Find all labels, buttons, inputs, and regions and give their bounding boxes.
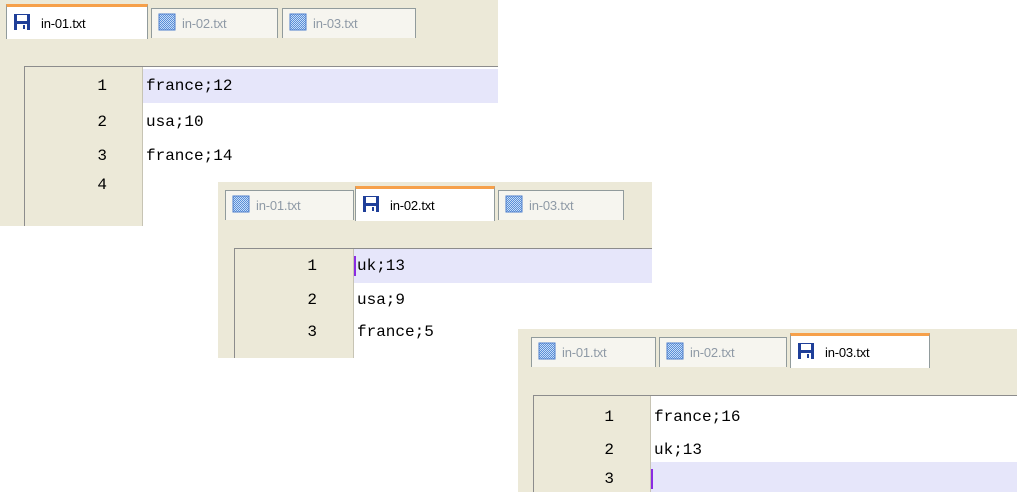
floppy-disk-icon	[13, 13, 31, 34]
tab-label: in-02.txt	[690, 345, 735, 360]
code-line[interactable]: france;16	[651, 400, 1017, 434]
line-number: 2	[307, 291, 317, 309]
tab-bar: in-01.txt in-02.txt in-03.txt	[518, 329, 1017, 369]
code-line[interactable]	[651, 462, 1017, 492]
tab-bar: in-01.txt in-02.txt in-03.txt	[218, 182, 652, 222]
tab-label: in-02.txt	[182, 16, 227, 31]
code-line-text: france;5	[357, 323, 434, 341]
line-number: 1	[307, 257, 317, 275]
tab-label: in-01.txt	[41, 15, 86, 31]
text-caret	[651, 468, 653, 489]
code-line[interactable]: france;12	[143, 69, 498, 103]
line-number: 1	[604, 408, 614, 426]
text-caret	[354, 255, 356, 276]
tab-label: in-03.txt	[825, 344, 870, 360]
tab-in-03[interactable]: in-03.txt	[282, 8, 416, 38]
floppy-disk-icon	[362, 195, 380, 216]
code-line-text: france;12	[146, 77, 233, 95]
tab-in-03[interactable]: in-03.txt	[498, 190, 624, 220]
line-number: 1	[97, 77, 107, 95]
code-line[interactable]: uk;13	[354, 249, 652, 283]
tab-bar: in-01.txt in-02.txt in-03.txt	[0, 0, 498, 40]
code-line-text: usa;9	[357, 291, 406, 309]
code-line-text: france;14	[146, 147, 233, 165]
tab-label: in-01.txt	[256, 198, 301, 213]
code-line[interactable]: france;14	[143, 139, 498, 173]
code-line-text: usa;10	[146, 113, 204, 131]
tab-label: in-03.txt	[529, 198, 574, 213]
floppy-disk-icon	[232, 195, 250, 216]
tab-in-01[interactable]: in-01.txt	[6, 4, 148, 39]
line-number: 2	[97, 113, 107, 131]
tab-label: in-02.txt	[390, 197, 435, 213]
line-number: 3	[307, 323, 317, 341]
tab-in-02[interactable]: in-02.txt	[355, 186, 495, 221]
code-line-text: france;16	[654, 408, 741, 426]
code-line-text: uk;13	[357, 257, 406, 275]
editor-area[interactable]: 1 2 3 france;16 uk;13	[518, 368, 1017, 492]
code-line[interactable]: usa;10	[143, 105, 498, 139]
floppy-disk-icon	[666, 342, 684, 363]
code-view[interactable]: 1 2 3 france;16 uk;13	[533, 395, 1017, 492]
floppy-disk-icon	[538, 342, 556, 363]
tab-in-02[interactable]: in-02.txt	[659, 337, 787, 367]
tab-in-03[interactable]: in-03.txt	[790, 333, 930, 368]
tab-in-02[interactable]: in-02.txt	[151, 8, 278, 38]
line-number: 4	[97, 176, 107, 194]
line-number: 3	[604, 470, 614, 488]
tab-in-01[interactable]: in-01.txt	[225, 190, 354, 220]
floppy-disk-icon	[158, 13, 176, 34]
tab-label: in-01.txt	[562, 345, 607, 360]
floppy-disk-icon	[797, 342, 815, 363]
tab-in-01[interactable]: in-01.txt	[531, 337, 656, 367]
code-line[interactable]: usa;9	[354, 283, 652, 317]
code-line-text: uk;13	[654, 441, 703, 459]
tab-label: in-03.txt	[313, 16, 358, 31]
floppy-disk-icon	[289, 13, 307, 34]
editor-panel-3: in-01.txt in-02.txt in-03.txt 1 2 3 fran…	[518, 329, 1017, 492]
floppy-disk-icon	[505, 195, 523, 216]
